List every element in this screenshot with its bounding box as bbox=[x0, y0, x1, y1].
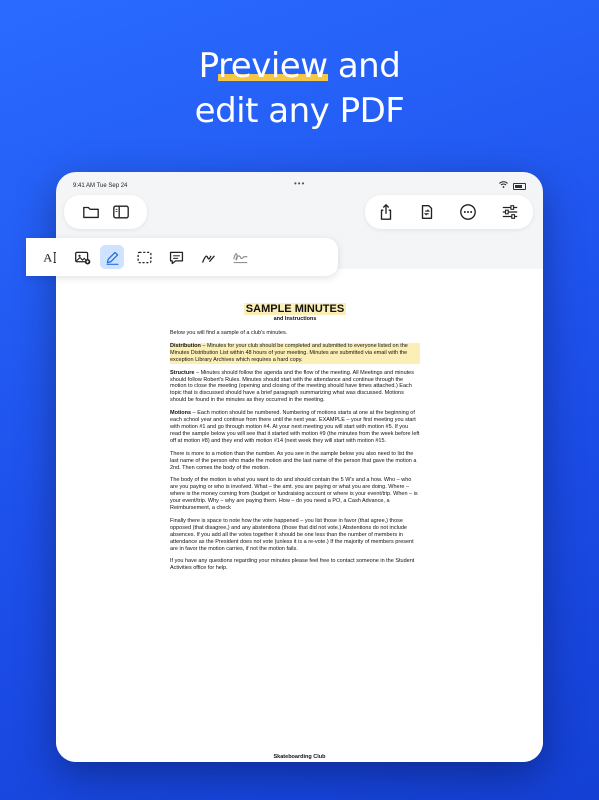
svg-text:A: A bbox=[42, 251, 52, 264]
document-body: Below you will find a sample of a club's… bbox=[170, 330, 420, 572]
text-tool-icon: A bbox=[42, 251, 56, 264]
settings-button[interactable] bbox=[493, 195, 527, 229]
multitasking-dots[interactable]: ••• bbox=[294, 179, 305, 188]
convert-button[interactable] bbox=[410, 195, 444, 229]
headline-line-2: edit any PDF bbox=[194, 91, 405, 131]
toolbar-right bbox=[365, 195, 533, 229]
share-icon bbox=[380, 203, 392, 220]
comment-icon bbox=[169, 251, 183, 264]
text-tool-button[interactable]: A bbox=[38, 245, 62, 269]
headline: Preview and edit any PDF bbox=[0, 44, 599, 134]
paragraph-text: – Each motion should be numbered. Number… bbox=[170, 410, 420, 444]
document-paragraph: The body of the motion is what you want … bbox=[170, 477, 420, 512]
pdf-page: SAMPLE MINUTES and Instructions Below yo… bbox=[170, 303, 420, 578]
paragraph-text: – Minutes for your club should be comple… bbox=[170, 342, 408, 363]
dashed-rect-icon bbox=[136, 251, 152, 263]
share-button[interactable] bbox=[369, 195, 403, 229]
headline-line-1: Preview and bbox=[198, 46, 401, 86]
paragraph-lead: Structure bbox=[170, 369, 195, 376]
paragraph-text: The body of the motion is what you want … bbox=[170, 477, 418, 512]
page-convert-icon bbox=[421, 205, 433, 219]
document-paragraph: If you have any questions regarding your… bbox=[170, 558, 420, 572]
more-icon bbox=[460, 204, 476, 220]
next-page-title: Skateboarding Club bbox=[273, 754, 326, 760]
paragraph-text: If you have any questions regarding your… bbox=[170, 558, 415, 572]
pencil-icon bbox=[106, 251, 118, 265]
paragraph-lead: Distribution bbox=[170, 342, 201, 349]
battery-icon bbox=[513, 183, 526, 190]
folder-button[interactable] bbox=[74, 195, 108, 229]
wifi-icon bbox=[499, 181, 508, 190]
document-paragraph: Structure – Minutes should follow the ag… bbox=[170, 370, 420, 405]
status-bar: 9:41 AM Tue Sep 24 ••• bbox=[56, 172, 543, 194]
document-paragraph: Finally there is space to note how the v… bbox=[170, 518, 420, 553]
document-paragraph: Distribution – Minutes for your club sho… bbox=[170, 342, 420, 364]
draw-tool-button[interactable] bbox=[196, 245, 220, 269]
document-paragraph: Below you will find a sample of a club's… bbox=[170, 330, 420, 337]
document-subtitle: and Instructions bbox=[273, 316, 317, 322]
image-add-icon bbox=[74, 251, 90, 264]
document-title: SAMPLE MINUTES bbox=[243, 303, 347, 315]
signature-tool-button[interactable] bbox=[228, 245, 252, 269]
pdf-page-view[interactable]: SAMPLE MINUTES and Instructions Below yo… bbox=[56, 269, 543, 762]
paragraph-lead: Motions bbox=[170, 410, 192, 417]
annotation-toolbar: A bbox=[26, 238, 338, 276]
paragraph-text: There is more to a motion than the numbe… bbox=[170, 450, 417, 471]
selection-tool-button[interactable] bbox=[132, 245, 156, 269]
settings-sliders-icon bbox=[502, 205, 518, 219]
sidebar-icon bbox=[113, 205, 129, 219]
paragraph-text: – Minutes should follow the agenda and t… bbox=[170, 369, 414, 404]
document-paragraph: Motions – Each motion should be numbered… bbox=[170, 410, 420, 445]
image-tool-button[interactable] bbox=[70, 245, 94, 269]
headline-highlight: review bbox=[218, 46, 328, 86]
toolbar-left bbox=[64, 195, 147, 229]
pen-scribble-icon bbox=[201, 254, 215, 263]
status-time: 9:41 AM Tue Sep 24 bbox=[73, 183, 128, 189]
folder-icon bbox=[83, 206, 99, 219]
paragraph-text: Finally there is space to note how the v… bbox=[170, 517, 414, 552]
signature-icon bbox=[232, 252, 247, 263]
paragraph-text: Below you will find a sample of a club's… bbox=[170, 330, 288, 336]
more-button[interactable] bbox=[451, 195, 485, 229]
highlight-tool-button[interactable] bbox=[100, 245, 124, 269]
comment-tool-button[interactable] bbox=[164, 245, 188, 269]
sidebar-toggle-button[interactable] bbox=[104, 195, 138, 229]
document-paragraph: There is more to a motion than the numbe… bbox=[170, 451, 420, 472]
